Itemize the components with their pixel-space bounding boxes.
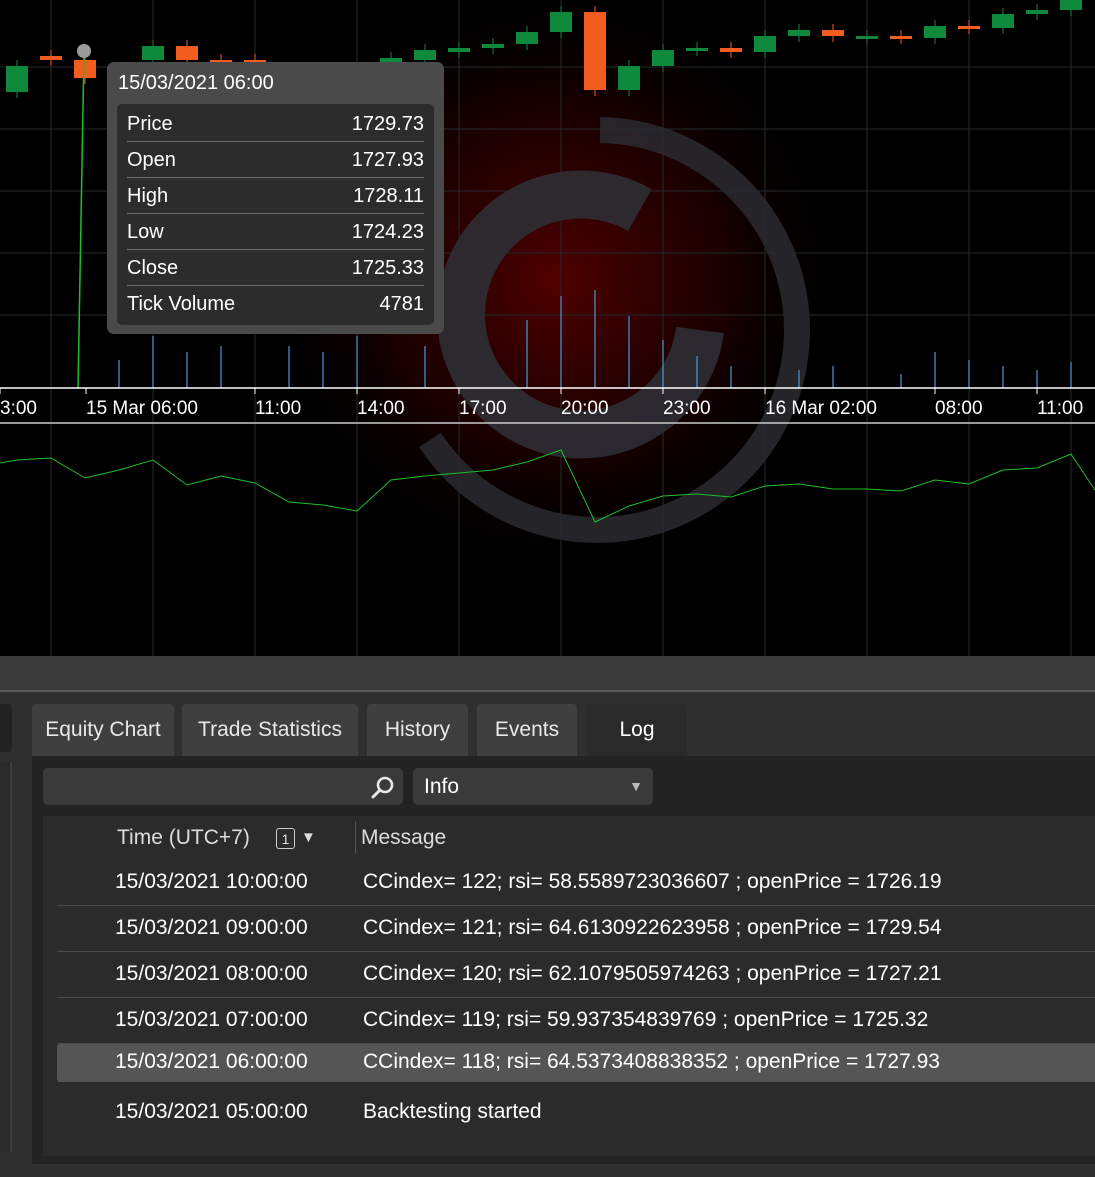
candle-body [1026, 10, 1048, 14]
column-divider[interactable] [355, 822, 356, 854]
log-row[interactable]: 15/03/2021 05:00:00 Backtesting started [57, 1090, 1095, 1136]
log-level-value: Info [424, 775, 460, 798]
log-level-select[interactable]: Info ▼ [413, 768, 653, 805]
candle-body [176, 46, 198, 60]
log-row[interactable]: 15/03/2021 09:00:00 CCindex= 121; rsi= 6… [57, 906, 1095, 952]
candle-body [924, 26, 946, 38]
candle-body [686, 48, 708, 51]
candle-body [958, 26, 980, 29]
candle-body [6, 66, 28, 92]
candle-body [74, 60, 96, 78]
crosshair-marker[interactable] [77, 44, 91, 58]
time-axis-label: 15 Mar 06:00 [86, 398, 198, 419]
sort-down-icon[interactable]: ▼ [301, 829, 316, 846]
crosshair-line [77, 51, 85, 389]
candle-body [414, 50, 436, 60]
sort-order-badge: 1 [276, 828, 295, 849]
time-axis-label: 20:00 [561, 398, 609, 419]
log-row[interactable]: 15/03/2021 07:00:00 CCindex= 119; rsi= 5… [57, 998, 1095, 1044]
tab-trade-statistics[interactable]: Trade Statistics [182, 704, 358, 756]
tab-events[interactable]: Events [477, 704, 577, 756]
search-icon[interactable] [371, 775, 395, 799]
candle-body [618, 66, 640, 90]
tooltip-row-open: Open 1727.93 [127, 142, 424, 178]
candle-body [516, 32, 538, 44]
candle-body [550, 12, 572, 32]
time-axis-label: 11:00 [1037, 398, 1083, 419]
log-time: 15/03/2021 05:00:00 [115, 1100, 308, 1123]
candle-body [890, 36, 912, 39]
tooltip-row-close: Close 1725.33 [127, 250, 424, 286]
tab-log[interactable]: Log [587, 704, 687, 758]
time-axis-label: 3:00 [0, 398, 37, 419]
candle-body [992, 14, 1014, 28]
search-box[interactable] [43, 768, 403, 807]
tooltip-row-tick-volume: Tick Volume 4781 [127, 293, 424, 315]
panel-splitter[interactable] [0, 656, 1095, 692]
log-message: CCindex= 119; rsi= 59.937354839769 ; ope… [363, 1008, 929, 1031]
column-header-time[interactable]: Time (UTC+7) [117, 826, 250, 850]
time-axis-label: 11:00 [255, 398, 301, 419]
tooltip-table: Price 1729.73 Open 1727.93 High 1728.11 Low… [117, 104, 434, 325]
time-axis-label: 14:00 [357, 398, 405, 419]
log-time: 15/03/2021 08:00:00 [115, 962, 308, 985]
search-input[interactable] [53, 768, 367, 807]
candle-body [1060, 0, 1082, 10]
side-panel-edge [0, 762, 12, 1152]
candle-body [142, 46, 164, 60]
log-pane: Info ▼ Time (UTC+7) 1 ▼ Message 15/03/20… [32, 756, 1095, 1164]
candle-body [720, 48, 742, 52]
log-time: 15/03/2021 10:00:00 [115, 870, 308, 893]
candle-body [482, 44, 504, 48]
tooltip-datetime: 15/03/2021 06:00 [118, 72, 274, 94]
log-row-selected[interactable]: 15/03/2021 06:00:00 CCindex= 118; rsi= 6… [57, 1044, 1095, 1082]
column-header-message[interactable]: Message [361, 826, 446, 850]
time-axis-label: 08:00 [935, 398, 983, 419]
candle-body [788, 30, 810, 36]
time-axis-label: 17:00 [459, 398, 507, 419]
log-row[interactable]: 15/03/2021 10:00:00 CCindex= 122; rsi= 5… [57, 860, 1095, 906]
tab-equity-chart[interactable]: Equity Chart [32, 704, 174, 756]
tab-history[interactable]: History [367, 704, 468, 756]
tooltip-row-low: Low 1724.23 [127, 214, 424, 250]
chevron-down-icon: ▼ [629, 778, 643, 794]
candle-body [856, 36, 878, 39]
log-message: CCindex= 121; rsi= 64.6130922623958 ; op… [363, 916, 942, 939]
tooltip-row-high: High 1728.11 [127, 178, 424, 214]
candle-body [754, 36, 776, 52]
results-panel: Equity Chart Trade Statistics History Ev… [0, 692, 1095, 1177]
log-message: CCindex= 118; rsi= 64.5373408838352 ; op… [363, 1050, 940, 1073]
tooltip-row-price: Price 1729.73 [127, 106, 424, 142]
time-axis-label: 16 Mar 02:00 [765, 398, 877, 419]
log-message: CCindex= 122; rsi= 58.5589723036607 ; op… [363, 870, 942, 893]
candle-body [40, 56, 62, 60]
candle-body [584, 12, 606, 90]
log-row[interactable]: 15/03/2021 08:00:00 CCindex= 120; rsi= 6… [57, 952, 1095, 998]
candle-body [652, 50, 674, 66]
log-message: CCindex= 120; rsi= 62.1079505974263 ; op… [363, 962, 942, 985]
side-panel-handle[interactable] [0, 704, 12, 752]
log-time: 15/03/2021 07:00:00 [115, 1008, 308, 1031]
log-time: 15/03/2021 09:00:00 [115, 916, 308, 939]
candle-tooltip: 15/03/2021 06:00 Price 1729.73 Open 1727.9… [107, 62, 444, 334]
log-table: Time (UTC+7) 1 ▼ Message 15/03/2021 10:0… [43, 816, 1095, 1156]
price-chart[interactable]: 3:00 15 Mar 06:00 11:00 14:00 17:00 20:00 23:0… [0, 0, 1095, 656]
candle-body [822, 30, 844, 36]
log-message: Backtesting started [363, 1100, 542, 1123]
time-axis-label: 23:00 [663, 398, 711, 419]
candle-body [448, 48, 470, 52]
log-time: 15/03/2021 06:00:00 [115, 1050, 308, 1073]
